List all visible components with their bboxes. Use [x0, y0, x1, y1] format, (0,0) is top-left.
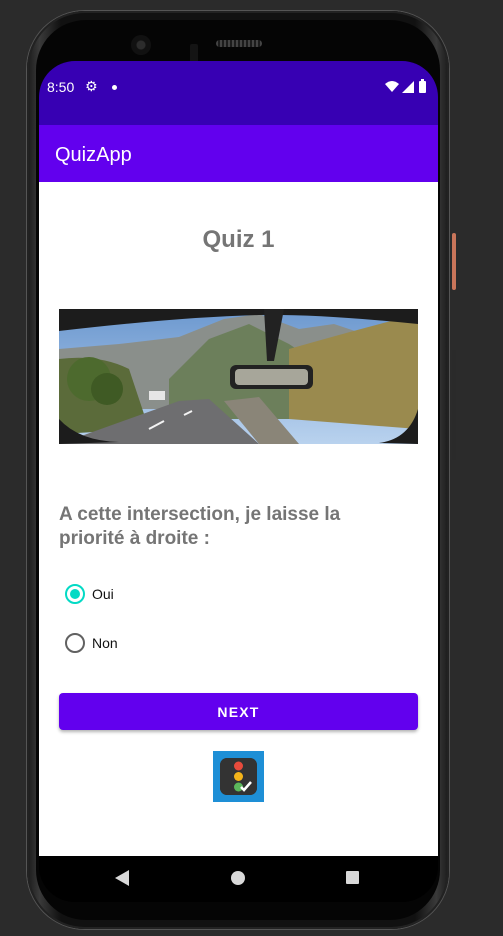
earpiece-speaker — [216, 40, 262, 47]
device-screen: 8:50 ⚙ QuizApp Quiz 1 A cette intersecti… — [39, 61, 438, 902]
front-camera-icon — [131, 35, 151, 55]
settings-gear-icon: ⚙ — [85, 78, 98, 94]
road-intersection-image — [59, 309, 418, 444]
wifi-icon — [385, 81, 399, 92]
home-circle-icon[interactable] — [231, 871, 245, 885]
option-non[interactable]: Non — [65, 631, 118, 655]
option-oui[interactable]: Oui — [65, 582, 114, 606]
navigation-bar — [39, 856, 438, 902]
recents-square-icon[interactable] — [346, 871, 359, 884]
status-icons — [385, 79, 426, 93]
quiz-content: Quiz 1 A cette intersection, je laisse l… — [39, 182, 438, 856]
option-label: Non — [92, 635, 118, 651]
option-label: Oui — [92, 586, 114, 602]
power-button[interactable] — [452, 233, 456, 290]
question-text: A cette intersection, je laisse la prior… — [59, 504, 341, 549]
app-bar: QuizApp — [39, 125, 438, 182]
traffic-light-logo-icon — [213, 751, 264, 802]
radio-unchecked-icon[interactable] — [65, 633, 85, 653]
cellular-signal-icon — [402, 81, 414, 93]
status-bar: 8:50 ⚙ — [39, 61, 438, 125]
app-title: QuizApp — [55, 144, 132, 166]
volume-button[interactable] — [452, 350, 456, 460]
notification-dot-icon — [112, 85, 117, 90]
battery-icon — [419, 81, 426, 93]
radio-checked-icon[interactable] — [65, 584, 85, 604]
status-time: 8:50 — [47, 79, 75, 95]
back-triangle-icon[interactable] — [115, 870, 129, 886]
quiz-title: Quiz 1 — [202, 226, 275, 253]
traffic-light-icon — [220, 758, 257, 795]
next-button[interactable]: NEXT — [59, 693, 418, 730]
